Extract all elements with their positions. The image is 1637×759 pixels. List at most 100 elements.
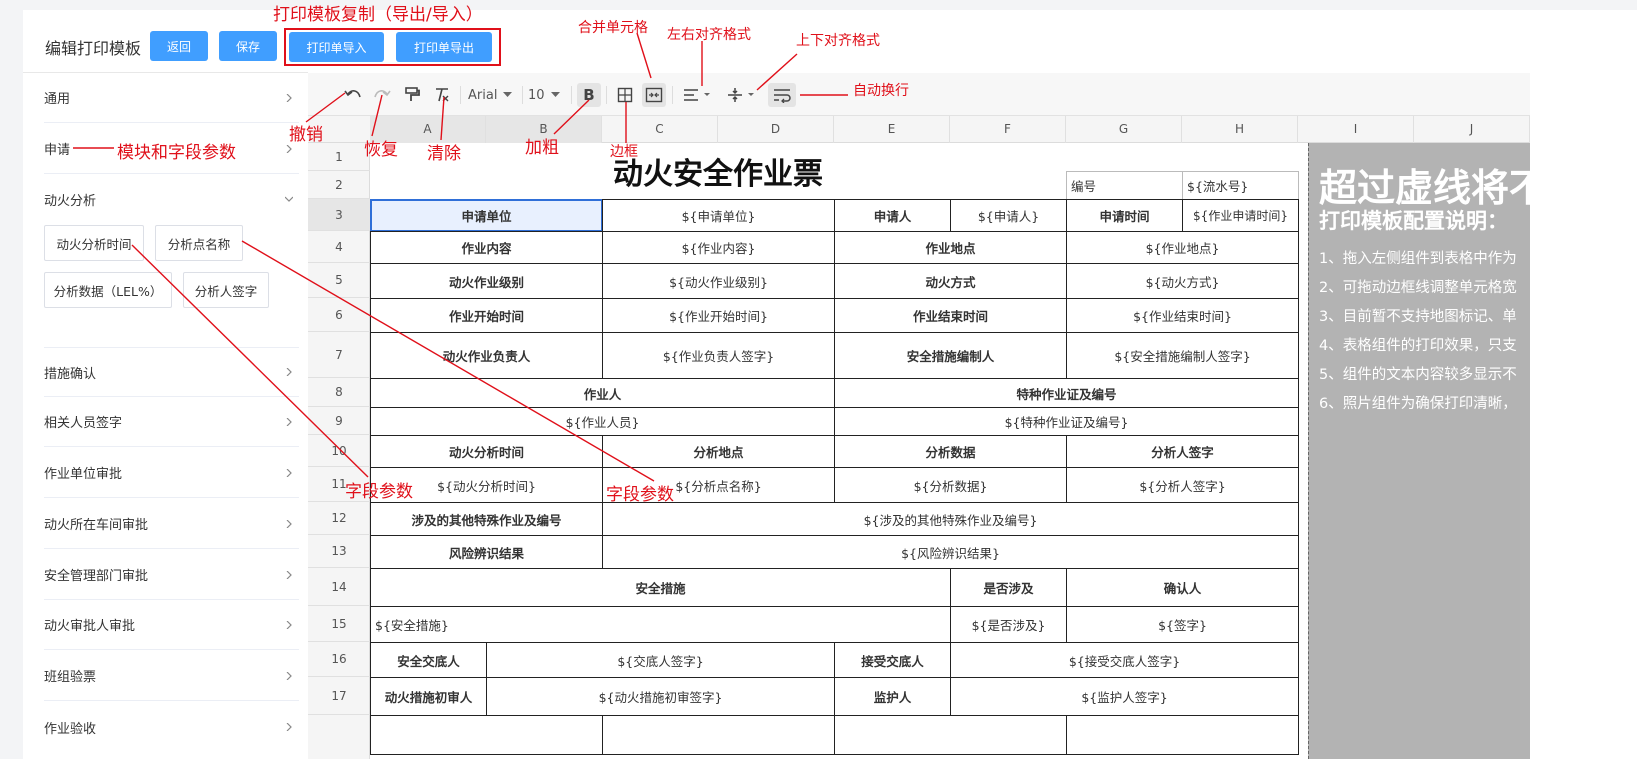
field-tag-analysis-time[interactable]: 动火分析时间 bbox=[44, 225, 144, 261]
cell-g5[interactable]: ${动火方式} bbox=[1066, 263, 1299, 299]
cell-c5[interactable]: ${动火作业级别} bbox=[602, 263, 835, 299]
cell-e3[interactable]: 申请人 bbox=[834, 199, 951, 232]
row-header[interactable]: 1 bbox=[308, 143, 370, 171]
cell-g4[interactable]: ${作业地点} bbox=[1066, 231, 1299, 264]
vertical-align-icon[interactable] bbox=[724, 83, 758, 107]
row-header[interactable]: 10 bbox=[308, 435, 370, 467]
cell-a14[interactable]: 安全措施 bbox=[370, 568, 951, 607]
cell-h3[interactable]: ${作业申请时间} bbox=[1182, 199, 1299, 232]
cell-c7[interactable]: ${作业负责人签字} bbox=[602, 332, 835, 379]
cell-g14[interactable]: 确认人 bbox=[1066, 568, 1299, 607]
cell-f17[interactable]: ${监护人签字} bbox=[950, 677, 1299, 716]
cell-e6[interactable]: 作业结束时间 bbox=[834, 298, 1067, 333]
cell-a12[interactable]: 涉及的其他特殊作业及编号 bbox=[370, 502, 603, 536]
sidebar-item-workshop-approval[interactable]: 动火所在车间审批 bbox=[44, 499, 299, 549]
row-header[interactable]: 6 bbox=[308, 298, 370, 332]
cell-g11[interactable]: ${分析人签字} bbox=[1066, 467, 1299, 503]
cell-g15[interactable]: ${签字} bbox=[1066, 606, 1299, 643]
cell-e17[interactable]: 监护人 bbox=[834, 677, 951, 716]
cell-g3[interactable]: 申请时间 bbox=[1066, 199, 1183, 232]
cell-g18[interactable] bbox=[1066, 715, 1299, 755]
cell-e4[interactable]: 作业地点 bbox=[834, 231, 1067, 264]
column-header[interactable]: F bbox=[950, 116, 1066, 143]
row-header[interactable]: 9 bbox=[308, 407, 370, 435]
cell-e9[interactable]: ${特种作业证及编号} bbox=[834, 407, 1299, 436]
serial-label-cell[interactable]: 编号 bbox=[1066, 171, 1183, 200]
cell-e10[interactable]: 分析数据 bbox=[834, 435, 1067, 468]
cell-g10[interactable]: 分析人签字 bbox=[1066, 435, 1299, 468]
row-header[interactable]: 15 bbox=[308, 606, 370, 642]
sidebar-item-unit-approval[interactable]: 作业单位审批 bbox=[44, 448, 299, 498]
cell-a3[interactable]: 申请单位 bbox=[370, 199, 603, 232]
cell-b17[interactable]: ${动火措施初审签字} bbox=[486, 677, 835, 716]
row-header[interactable]: 4 bbox=[308, 231, 370, 263]
export-button[interactable]: 打印单导出 bbox=[396, 32, 492, 62]
sidebar-item-hotwork-analysis[interactable]: 动火分析 bbox=[44, 174, 299, 224]
cell-e11[interactable]: ${分析数据} bbox=[834, 467, 1067, 503]
horizontal-align-icon[interactable] bbox=[680, 83, 714, 107]
cell-a9[interactable]: ${作业人员} bbox=[370, 407, 835, 436]
sidebar-item-approver[interactable]: 动火审批人审批 bbox=[44, 600, 299, 650]
sidebar-item-team-check[interactable]: 班组验票 bbox=[44, 651, 299, 701]
cell-e7[interactable]: 安全措施编制人 bbox=[834, 332, 1067, 379]
cell-a18[interactable] bbox=[370, 715, 603, 755]
cell-b16[interactable]: ${交底人签字} bbox=[486, 642, 835, 678]
row-header[interactable]: 16 bbox=[308, 642, 370, 677]
row-header[interactable]: 5 bbox=[308, 263, 370, 298]
save-button[interactable]: 保存 bbox=[219, 31, 277, 61]
cell-a4[interactable]: 作业内容 bbox=[370, 231, 603, 264]
cell-f3[interactable]: ${申请人} bbox=[950, 199, 1067, 232]
sidebar-item-acceptance[interactable]: 作业验收 bbox=[44, 702, 299, 752]
font-family-select[interactable]: Arial bbox=[468, 83, 518, 107]
column-header[interactable]: D bbox=[718, 116, 834, 143]
row-header[interactable]: 3 bbox=[308, 199, 370, 231]
column-header[interactable]: I bbox=[1298, 116, 1414, 143]
row-header[interactable] bbox=[308, 715, 370, 759]
cell-g6[interactable]: ${作业结束时间} bbox=[1066, 298, 1299, 333]
cell-a6[interactable]: 作业开始时间 bbox=[370, 298, 603, 333]
undo-icon[interactable] bbox=[341, 83, 365, 107]
cell-g7[interactable]: ${安全措施编制人签字} bbox=[1066, 332, 1299, 379]
field-tag-analysis-point[interactable]: 分析点名称 bbox=[155, 225, 243, 261]
cell-a17[interactable]: 动火措施初审人 bbox=[370, 677, 487, 716]
cell-c6[interactable]: ${作业开始时间} bbox=[602, 298, 835, 333]
cell-c12[interactable]: ${涉及的其他特殊作业及编号} bbox=[602, 502, 1299, 536]
column-header[interactable]: H bbox=[1182, 116, 1298, 143]
import-button[interactable]: 打印单导入 bbox=[289, 32, 384, 62]
cell-c13[interactable]: ${风险辨识结果} bbox=[602, 535, 1299, 569]
cell-c10[interactable]: 分析地点 bbox=[602, 435, 835, 468]
cell-c4[interactable]: ${作业内容} bbox=[602, 231, 835, 264]
bold-button[interactable]: B bbox=[577, 83, 601, 107]
cell-a8[interactable]: 作业人 bbox=[370, 378, 835, 408]
cell-a7[interactable]: 动火作业负责人 bbox=[370, 332, 603, 379]
column-header[interactable]: J bbox=[1414, 116, 1530, 143]
cell-a10[interactable]: 动火分析时间 bbox=[370, 435, 603, 468]
field-tag-analyst-signature[interactable]: 分析人签字 bbox=[183, 272, 269, 308]
cell-c18[interactable] bbox=[602, 715, 835, 755]
row-header[interactable]: 13 bbox=[308, 535, 370, 568]
cell-f15[interactable]: ${是否涉及} bbox=[950, 606, 1067, 643]
cell-e5[interactable]: 动火方式 bbox=[834, 263, 1067, 299]
wrap-text-icon[interactable] bbox=[768, 83, 796, 107]
serial-value-cell[interactable]: ${流水号} bbox=[1182, 171, 1299, 200]
clear-format-icon[interactable] bbox=[430, 83, 454, 107]
cell-e16[interactable]: 接受交底人 bbox=[834, 642, 951, 678]
font-size-select[interactable]: 10 bbox=[528, 83, 566, 107]
sidebar-item-measures[interactable]: 措施确认 bbox=[44, 347, 299, 397]
cell-a16[interactable]: 安全交底人 bbox=[370, 642, 487, 678]
sidebar-item-safety-dept-approval[interactable]: 安全管理部门审批 bbox=[44, 550, 299, 600]
cell-f16[interactable]: ${接受交底人签字} bbox=[950, 642, 1299, 678]
cell-e8[interactable]: 特种作业证及编号 bbox=[834, 378, 1299, 408]
cell-e18[interactable] bbox=[834, 715, 1067, 755]
border-icon[interactable] bbox=[613, 83, 637, 107]
row-header[interactable]: 2 bbox=[308, 171, 370, 199]
row-header[interactable]: 12 bbox=[308, 502, 370, 535]
row-header[interactable]: 7 bbox=[308, 332, 370, 378]
sidebar-item-general[interactable]: 通用 bbox=[44, 73, 299, 123]
format-painter-icon[interactable] bbox=[400, 83, 424, 107]
cell-a13[interactable]: 风险辨识结果 bbox=[370, 535, 603, 569]
sidebar-item-signatures[interactable]: 相关人员签字 bbox=[44, 397, 299, 447]
cell-f14[interactable]: 是否涉及 bbox=[950, 568, 1067, 607]
redo-icon[interactable] bbox=[370, 83, 394, 107]
row-header[interactable]: 8 bbox=[308, 378, 370, 407]
